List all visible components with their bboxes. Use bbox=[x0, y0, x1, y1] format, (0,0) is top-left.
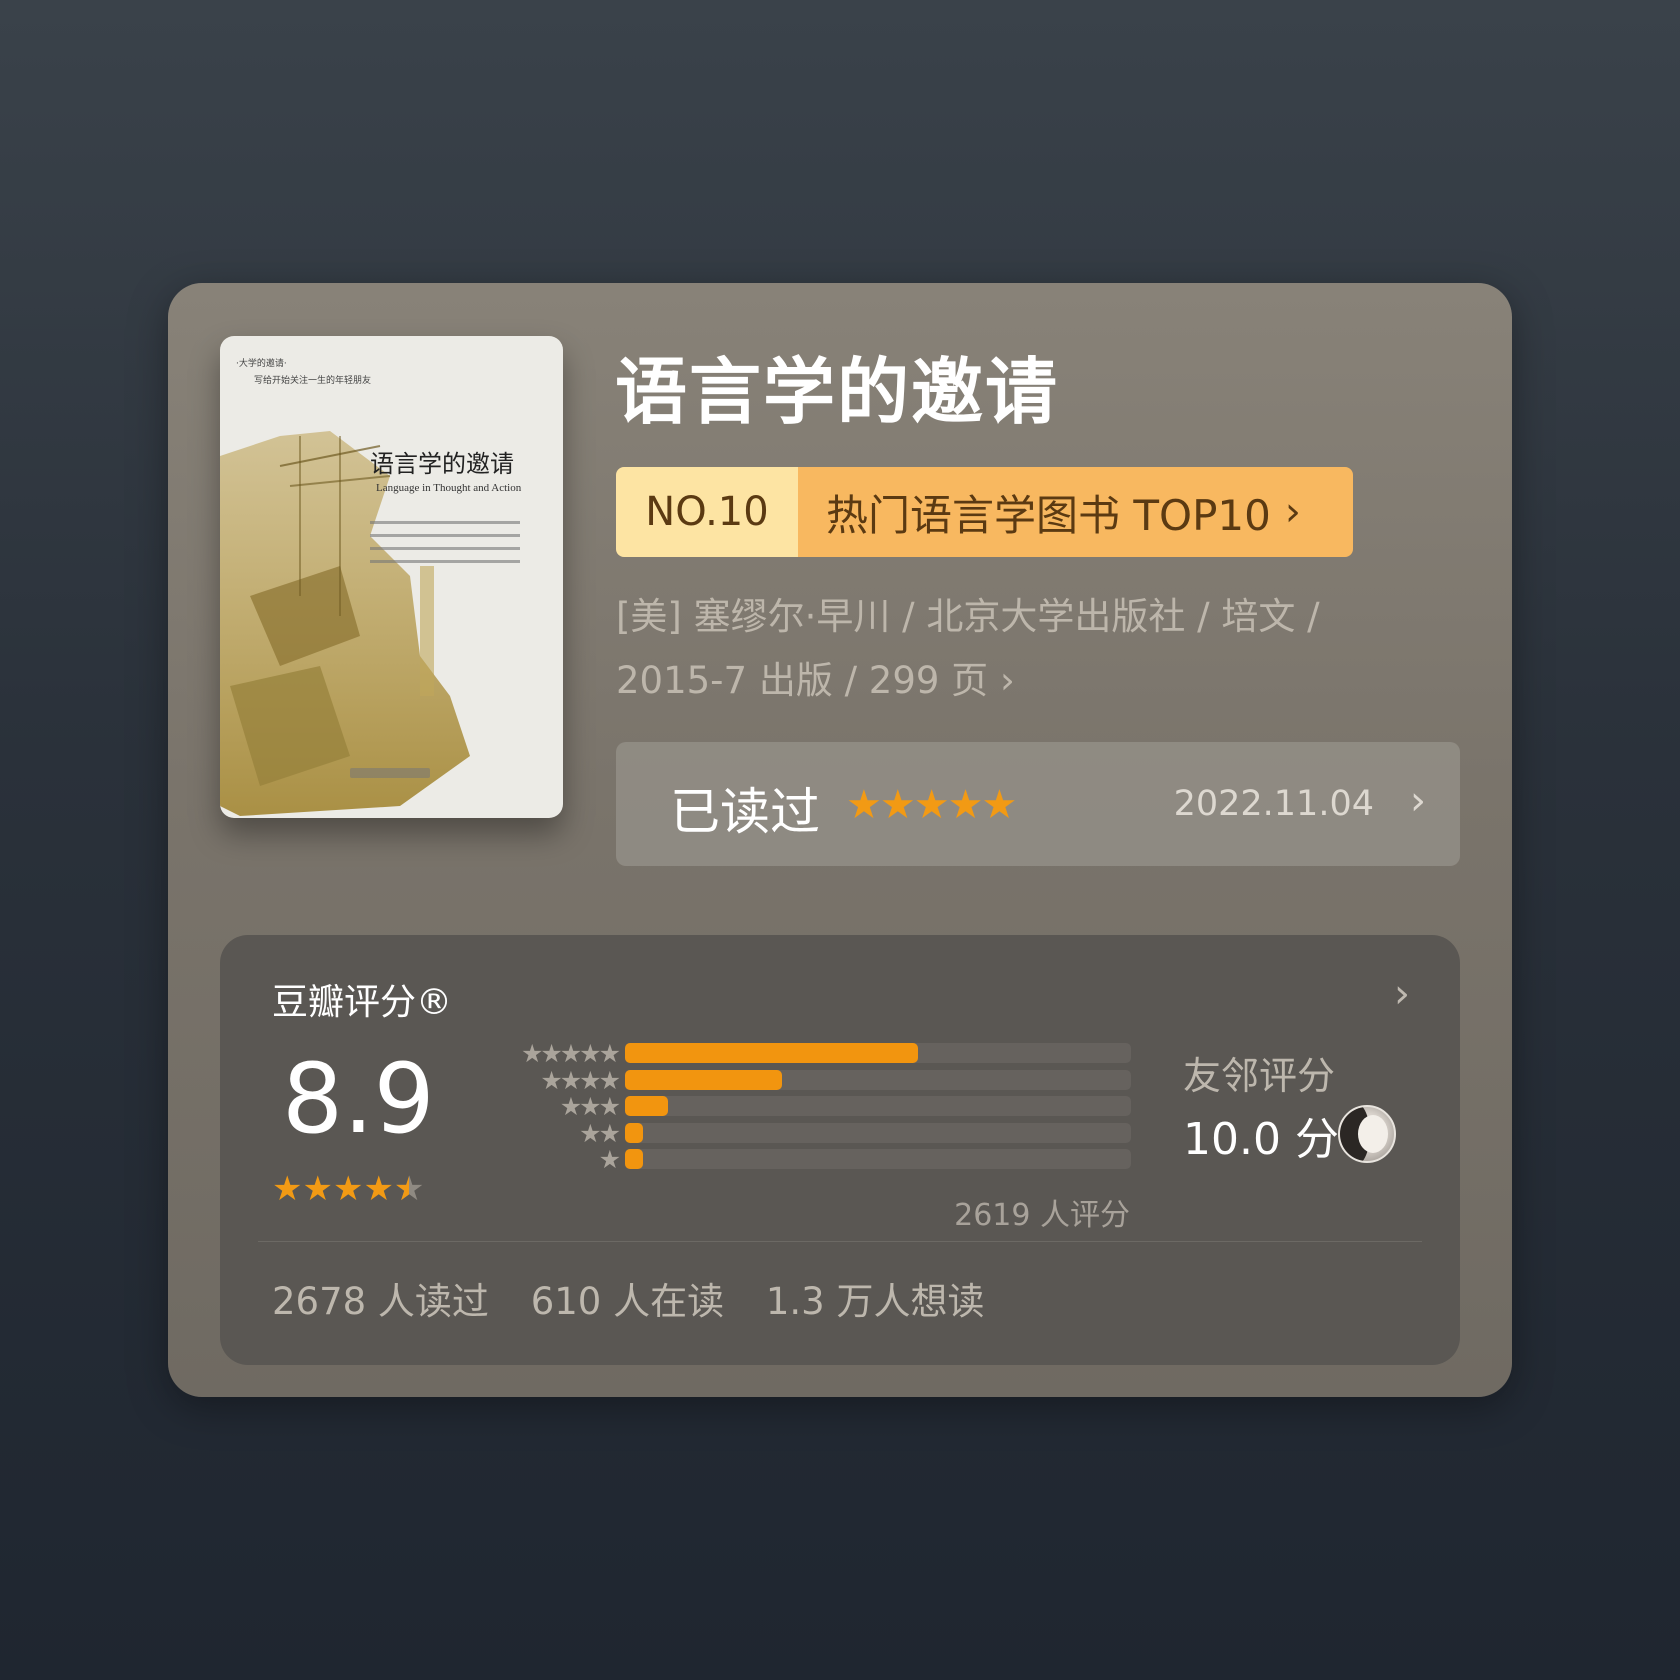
distribution-bar-fill bbox=[625, 1123, 643, 1143]
star-icon: ★ bbox=[302, 1169, 333, 1209]
rating-count: 2619 人评分 bbox=[954, 1198, 1130, 1233]
my-rating-stars: ★★★★★ bbox=[846, 782, 1017, 828]
distribution-stars-3: ★★★ bbox=[559, 1092, 621, 1121]
cover-illustration bbox=[220, 431, 470, 816]
stat-read[interactable]: 2678 人读过 bbox=[272, 1280, 489, 1323]
rating-stars: ★★★★★ bbox=[272, 1169, 424, 1209]
distribution-stars-4: ★★★★ bbox=[540, 1066, 621, 1095]
rating-header: 豆瓣评分® bbox=[272, 982, 453, 1023]
publisher-seal bbox=[350, 768, 430, 778]
distribution-bar-2 bbox=[625, 1123, 1131, 1143]
friend-avatar[interactable] bbox=[1338, 1105, 1396, 1163]
douban-rating-panel[interactable]: 豆瓣评分® › 8.9 ★★★★★ ★★★★★★★★★★★★★★★ 2619 人… bbox=[220, 935, 1460, 1365]
book-cover-image[interactable]: ·大学的邀请· 写给开始关注一生的年轻朋友 语言学的邀请 Language in… bbox=[220, 336, 563, 818]
distribution-stars-2: ★★ bbox=[579, 1119, 621, 1148]
friend-rating-score: 10.0 分 bbox=[1183, 1114, 1339, 1165]
chevron-right-icon: › bbox=[1284, 489, 1301, 535]
distribution-bar-fill bbox=[625, 1096, 668, 1116]
book-title: 语言学的邀请 bbox=[615, 350, 1060, 434]
distribution-bar-4 bbox=[625, 1070, 1131, 1090]
divider bbox=[258, 1241, 1422, 1242]
cover-series: ·大学的邀请· bbox=[236, 359, 287, 369]
rank-label: 热门语言学图书 TOP10 bbox=[826, 490, 1271, 540]
rank-number: NO.10 bbox=[616, 467, 798, 557]
distribution-bar-5 bbox=[625, 1043, 1131, 1063]
distribution-bar-1 bbox=[625, 1149, 1131, 1169]
chevron-right-icon: › bbox=[1410, 778, 1426, 824]
rating-score: 8.9 bbox=[282, 1043, 435, 1155]
cover-title: 语言学的邀请 bbox=[370, 450, 514, 478]
cover-motto: 写给开始关注一生的年轻朋友 bbox=[254, 376, 372, 386]
half-star-icon: ★ bbox=[394, 1169, 424, 1209]
friend-rating-label: 友邻评分 bbox=[1183, 1054, 1336, 1098]
distribution-stars-5: ★★★★★ bbox=[520, 1039, 621, 1068]
chevron-right-icon[interactable]: › bbox=[1394, 971, 1410, 1017]
rank-label-wrap: 热门语言学图书 TOP10 › bbox=[798, 467, 1353, 557]
distribution-stars-1: ★ bbox=[598, 1145, 621, 1174]
star-icon: ★ bbox=[272, 1169, 303, 1209]
distribution-bar-3 bbox=[625, 1096, 1131, 1116]
read-date: 2022.11.04 bbox=[1173, 784, 1374, 824]
book-meta-line1: [美] 塞缪尔·早川 / 北京大学出版社 / 培文 / bbox=[616, 595, 1320, 638]
book-meta-line2: 2015-7 出版 / 299 页 › bbox=[616, 659, 1015, 702]
star-icon: ★ bbox=[363, 1169, 394, 1209]
stat-reading[interactable]: 610 人在读 bbox=[531, 1280, 724, 1323]
distribution-bar-fill bbox=[625, 1043, 919, 1063]
cover-author-lines bbox=[370, 521, 520, 573]
cover-subtitle: Language in Thought and Action bbox=[376, 482, 522, 494]
distribution-bar-fill bbox=[625, 1070, 782, 1090]
my-reading-status-row[interactable]: 已读过 ★★★★★ 2022.11.04 › bbox=[616, 742, 1460, 866]
rank-badge-link[interactable]: NO.10 热门语言学图书 TOP10 › bbox=[616, 467, 1353, 557]
reader-stats: 2678 人读过 610 人在读 1.3 万人想读 bbox=[272, 1271, 1014, 1325]
book-meta-link[interactable]: [美] 塞缪尔·早川 / 北京大学出版社 / 培文 / 2015-7 出版 / … bbox=[616, 585, 1376, 713]
book-card: ·大学的邀请· 写给开始关注一生的年轻朋友 语言学的邀请 Language in… bbox=[168, 283, 1512, 1397]
reading-status-label: 已读过 bbox=[670, 783, 820, 841]
distribution-bar-fill bbox=[625, 1149, 643, 1169]
stat-want[interactable]: 1.3 万人想读 bbox=[766, 1280, 985, 1323]
star-icon: ★ bbox=[332, 1169, 364, 1209]
